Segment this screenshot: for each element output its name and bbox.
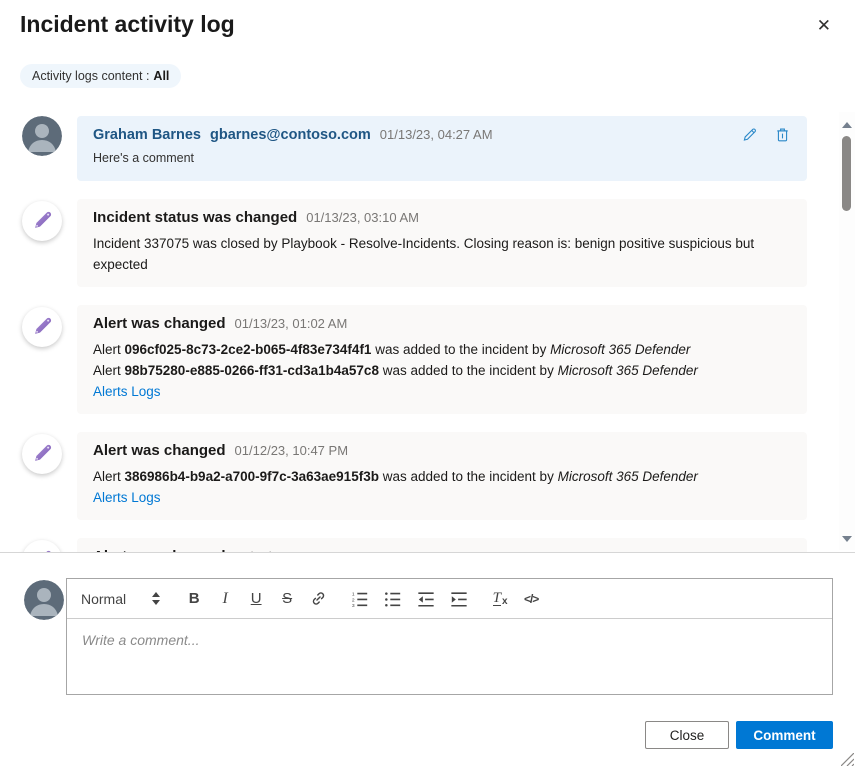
comment-body: Here's a comment xyxy=(93,151,791,165)
scrollbar-up-icon[interactable] xyxy=(839,118,855,132)
avatar xyxy=(22,116,62,156)
comment-input[interactable]: Write a comment... xyxy=(67,619,832,661)
comment-button[interactable]: Comment xyxy=(736,721,833,749)
activity-card: Alert was changed 01/13/23, 01:02 AM Ale… xyxy=(77,305,807,414)
alert-line: Alert 096cf025-8c73-2ce2-b065-4f83e734f4… xyxy=(93,339,791,360)
comment-author-email: gbarnes@contoso.com xyxy=(210,127,371,143)
activity-card: Alert was changed 01/12/23, 09:57 PM Ale… xyxy=(77,538,807,553)
filter-chip-activity-logs-content[interactable]: Activity logs content : All xyxy=(20,64,181,88)
comment-card: Graham Barnes gbarnes@contoso.com 01/13/… xyxy=(77,116,807,181)
activity-pencil-icon xyxy=(22,434,62,474)
scrollbar-down-icon[interactable] xyxy=(839,532,855,546)
activity-entry: Alert was changed 01/12/23, 09:57 PM Ale… xyxy=(22,538,807,553)
alert-source: Microsoft 365 Defender xyxy=(550,342,690,357)
strikethrough-button[interactable]: S xyxy=(279,590,295,607)
alert-line: Alert 386986b4-b9a2-a700-9f7c-3a63ae915f… xyxy=(93,466,791,487)
alerts-logs-link[interactable]: Alerts Logs xyxy=(93,487,161,508)
comment-entry: Graham Barnes gbarnes@contoso.com 01/13/… xyxy=(22,116,807,181)
edit-comment-icon[interactable] xyxy=(741,126,758,143)
activity-timestamp: 01/12/23, 09:57 PM xyxy=(235,549,348,553)
activity-title: Alert was changed xyxy=(93,548,226,553)
scrollbar-thumb[interactable] xyxy=(842,136,851,211)
activity-timestamp: 01/13/23, 03:10 AM xyxy=(306,210,419,225)
activity-timestamp: 01/13/23, 01:02 AM xyxy=(235,316,348,331)
delete-comment-icon[interactable] xyxy=(774,126,791,143)
activity-title: Incident status was changed xyxy=(93,209,297,226)
alert-source: Microsoft 365 Defender xyxy=(558,363,698,378)
clear-formatting-button[interactable]: Tx xyxy=(492,590,508,607)
alert-id: 386986b4-b9a2-a700-9f7c-3a63ae915f3b xyxy=(125,469,379,484)
activity-timestamp: 01/12/23, 10:47 PM xyxy=(235,443,348,458)
filter-chip-label: Activity logs content : xyxy=(32,69,149,83)
activity-text: Incident 337075 was closed by Playbook -… xyxy=(93,233,791,275)
incident-activity-log-panel: Incident activity log ✕ Activity logs co… xyxy=(0,0,855,767)
svg-text:3: 3 xyxy=(352,603,355,608)
comment-timestamp: 01/13/23, 04:27 AM xyxy=(380,127,493,142)
ordered-list-icon[interactable]: 1 2 3 xyxy=(351,590,369,608)
comment-editor: Normal B I U S 1 xyxy=(66,578,833,695)
activity-pencil-icon xyxy=(22,307,62,347)
bold-button[interactable]: B xyxy=(186,590,202,607)
alert-source: Microsoft 365 Defender xyxy=(558,469,698,484)
alert-line: Alert 98b75280-e885-0266-ff31-cd3a1b4a57… xyxy=(93,360,791,381)
indent-icon[interactable] xyxy=(450,590,468,608)
activity-title: Alert was changed xyxy=(93,442,226,459)
link-icon[interactable] xyxy=(310,590,327,607)
vertical-scrollbar[interactable] xyxy=(839,112,855,550)
close-icon[interactable]: ✕ xyxy=(817,16,831,36)
activity-title: Alert was changed xyxy=(93,315,226,332)
code-block-button[interactable]: </> xyxy=(523,592,539,606)
alert-id: 98b75280-e885-0266-ff31-cd3a1b4a57c8 xyxy=(125,363,379,378)
filter-chip-value: All xyxy=(153,69,169,83)
activity-log-scroll-area: Graham Barnes gbarnes@contoso.com 01/13/… xyxy=(0,110,855,553)
activity-card: Incident status was changed 01/13/23, 03… xyxy=(77,199,807,287)
editor-toolbar: Normal B I U S 1 xyxy=(67,579,832,619)
text-style-value: Normal xyxy=(81,591,126,607)
activity-pencil-icon xyxy=(22,201,62,241)
composer-avatar xyxy=(24,580,64,620)
activity-card: Alert was changed 01/12/23, 10:47 PM Ale… xyxy=(77,432,807,520)
bullet-list-icon[interactable] xyxy=(384,590,402,608)
comment-author: Graham Barnes xyxy=(93,127,201,143)
close-button[interactable]: Close xyxy=(645,721,729,749)
page-title: Incident activity log xyxy=(20,11,235,38)
style-dropdown-arrows-icon xyxy=(152,592,160,605)
italic-button[interactable]: I xyxy=(217,590,233,608)
svg-text:2: 2 xyxy=(352,597,355,603)
alerts-logs-link[interactable]: Alerts Logs xyxy=(93,381,161,402)
activity-entry: Incident status was changed 01/13/23, 03… xyxy=(22,199,807,287)
outdent-icon[interactable] xyxy=(417,590,435,608)
activity-pencil-icon xyxy=(22,540,62,553)
comment-input-placeholder: Write a comment... xyxy=(82,632,817,648)
activity-entry: Alert was changed 01/12/23, 10:47 PM Ale… xyxy=(22,432,807,520)
resize-grip[interactable] xyxy=(841,753,854,766)
underline-button[interactable]: U xyxy=(248,590,264,607)
alert-id: 096cf025-8c73-2ce2-b065-4f83e734f4f1 xyxy=(125,342,372,357)
svg-text:1: 1 xyxy=(352,591,355,597)
text-style-dropdown[interactable]: Normal xyxy=(81,591,160,607)
activity-entry: Alert was changed 01/13/23, 01:02 AM Ale… xyxy=(22,305,807,414)
